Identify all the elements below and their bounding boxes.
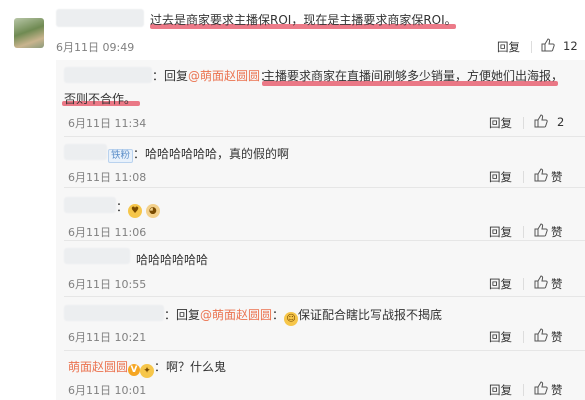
separator <box>64 187 585 188</box>
username-redacted[interactable] <box>64 305 164 321</box>
divider <box>523 171 524 183</box>
vip-badge-icon: V <box>128 364 141 376</box>
separator <box>64 296 585 297</box>
mention-link[interactable]: @萌面赵圆圆 <box>200 308 272 322</box>
thumbs-up-icon[interactable] <box>534 168 548 182</box>
author-link[interactable]: 萌面赵圆圆 <box>68 360 128 374</box>
username-redacted[interactable] <box>64 144 107 160</box>
reply-time: 6月11日 10:21 <box>68 331 147 344</box>
reply-text: ：回复@萌面赵圆圆： ☺ 保证配合瞎比写战报不揭底 <box>164 308 443 326</box>
smirk-emoji-icon: ☺ <box>284 312 299 326</box>
reply-text-line1: 主播要求商家在直播间刷够多少销量，方便她们出海报， <box>263 69 564 83</box>
like-button[interactable]: 赞 <box>551 382 563 398</box>
heart-eyes-emoji-icon: ♥ <box>128 204 143 218</box>
mention-link[interactable]: @萌面赵圆圆 <box>188 69 260 83</box>
reply-item: ： ♥ ◕ 6月11日 11:06 回复 赞 <box>56 191 585 239</box>
like-button[interactable]: 赞 <box>551 169 563 185</box>
divider <box>523 384 524 396</box>
like-button[interactable]: 赞 <box>551 276 563 292</box>
thumbs-up-icon[interactable] <box>534 275 548 289</box>
reply-text: 铁粉 ：哈哈哈哈哈哈，真的假的啊 <box>108 145 289 163</box>
reply-button[interactable]: 回复 <box>489 224 512 240</box>
thumbs-up-icon[interactable] <box>541 38 555 52</box>
divider <box>523 278 524 290</box>
like-button[interactable]: 赞 <box>551 329 563 345</box>
separator <box>64 240 585 241</box>
main-comment: 过去是商家要求主播保ROI，现在是主播要求商家保ROI。 6月11日 09:49… <box>0 0 585 58</box>
like-button[interactable]: 赞 <box>551 224 563 240</box>
reply-time: 6月11日 10:55 <box>68 278 147 291</box>
reply-time: 6月11日 11:08 <box>68 171 147 184</box>
divider <box>523 226 524 238</box>
reply-item: 铁粉 ：哈哈哈哈哈哈，真的假的啊 6月11日 11:08 回复 赞 <box>56 140 585 185</box>
reply-item: ：回复@萌面赵圆圆： 主播要求商家在直播间刷够多少销量，方便她们出海报， 否则不… <box>56 60 585 132</box>
reply-time: 6月11日 10:01 <box>68 384 147 397</box>
thumbs-up-icon[interactable] <box>534 381 548 395</box>
replies-container: ：回复@萌面赵圆圆： 主播要求商家在直播间刷够多少销量，方便她们出海报， 否则不… <box>56 60 585 400</box>
comment-time: 6月11日 09:49 <box>56 41 135 54</box>
reply-button[interactable]: 回复 <box>489 115 512 131</box>
divider <box>523 331 524 343</box>
reply-button[interactable]: 回复 <box>489 169 512 185</box>
reply-text: ：回复@萌面赵圆圆： <box>152 69 273 83</box>
like-count: 2 <box>557 115 565 129</box>
reply-item: 萌面赵圆圆 V ✦ ：啊？什么鬼 6月11日 10:01 回复 赞 <box>56 352 585 400</box>
reply-time: 6月11日 11:34 <box>68 117 147 130</box>
thumbs-up-icon[interactable] <box>534 223 548 237</box>
reply-text: 萌面赵圆圆 V ✦ ：啊？什么鬼 <box>68 360 227 378</box>
reply-button[interactable]: 回复 <box>489 329 512 345</box>
comment-text: 过去是商家要求主播保ROI，现在是主播要求商家保ROI。 <box>150 13 457 27</box>
reply-button[interactable]: 回复 <box>489 382 512 398</box>
divider <box>531 41 532 53</box>
username-redacted[interactable] <box>64 197 116 213</box>
reply-button[interactable]: 回复 <box>497 39 520 55</box>
reply-item: 哈哈哈哈哈哈 6月11日 10:55 回复 赞 <box>56 244 585 292</box>
reply-button[interactable]: 回复 <box>489 276 512 292</box>
like-count: 12 <box>563 39 578 53</box>
reply-text: 哈哈哈哈哈哈 <box>136 253 209 267</box>
thumbs-up-icon[interactable] <box>534 114 548 128</box>
reply-time: 6月11日 11:06 <box>68 226 147 239</box>
separator <box>64 136 585 137</box>
reply-text-line2: 否则不合作。 <box>64 92 137 106</box>
reply-item: ：回复@萌面赵圆圆： ☺ 保证配合瞎比写战报不揭底 6月11日 10:21 回复 赞 <box>56 300 585 348</box>
fan-emoji-icon: ✦ <box>140 364 155 378</box>
divider <box>523 117 524 129</box>
username-redacted[interactable] <box>64 67 152 83</box>
thumbs-up-icon[interactable] <box>534 328 548 342</box>
avatar[interactable] <box>14 18 44 48</box>
username-redacted[interactable] <box>56 9 144 27</box>
fan-badge: 铁粉 <box>108 149 134 163</box>
reply-text: ： ♥ ◕ <box>116 198 160 218</box>
separator <box>64 350 585 351</box>
dog-emoji-icon: ◕ <box>145 204 160 218</box>
username-redacted[interactable] <box>64 248 130 264</box>
